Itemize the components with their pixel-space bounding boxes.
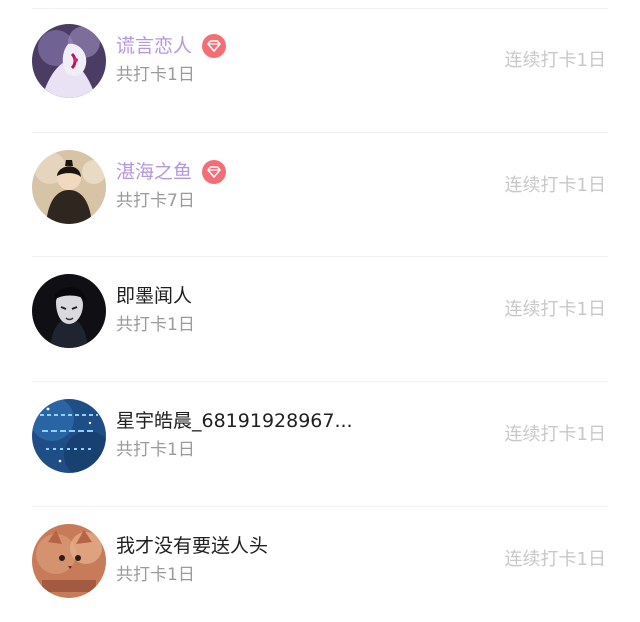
streak-checkin-days: 连续打卡1日 xyxy=(504,175,606,196)
user-name-line: 星宇皓晨_68191928967... xyxy=(116,409,353,433)
user-avatar[interactable] xyxy=(32,399,106,473)
total-checkin-days: 共打卡1日 xyxy=(116,565,195,585)
user-name[interactable]: 我才没有要送人头 xyxy=(116,534,268,558)
list-item[interactable]: 即墨闻人 共打卡1日 连续打卡1日 xyxy=(0,248,640,372)
streak-checkin-days: 连续打卡1日 xyxy=(504,299,606,320)
user-avatar[interactable] xyxy=(32,524,106,598)
total-checkin-days: 共打卡7日 xyxy=(116,191,195,211)
user-name-line: 谎言恋人 xyxy=(116,34,227,58)
vip-diamond-icon xyxy=(202,34,227,58)
ancient-costume-avatar-icon xyxy=(32,150,106,224)
anime-character-avatar-icon xyxy=(32,24,106,98)
user-name[interactable]: 即墨闻人 xyxy=(116,284,192,308)
total-checkin-days: 共打卡1日 xyxy=(116,315,195,335)
user-avatar[interactable] xyxy=(32,24,106,98)
checkin-list: 谎言恋人 共打卡1日 连续打卡1日 湛海之鱼 共打卡7日 连续打卡1日 即墨闻人… xyxy=(0,0,640,598)
user-name[interactable]: 湛海之鱼 xyxy=(116,160,192,184)
starry-text-avatar-icon xyxy=(32,399,106,473)
cat-text-avatar-icon xyxy=(32,524,106,598)
user-name-line: 湛海之鱼 xyxy=(116,160,227,184)
list-item[interactable]: 湛海之鱼 共打卡7日 连续打卡1日 xyxy=(0,124,640,248)
streak-checkin-days: 连续打卡1日 xyxy=(504,549,606,570)
user-name-line: 即墨闻人 xyxy=(116,284,192,308)
user-avatar[interactable] xyxy=(32,274,106,348)
user-name-line: 我才没有要送人头 xyxy=(116,534,268,558)
streak-checkin-days: 连续打卡1日 xyxy=(504,50,606,71)
list-item[interactable]: 谎言恋人 共打卡1日 连续打卡1日 xyxy=(0,0,640,124)
user-avatar[interactable] xyxy=(32,150,106,224)
user-name[interactable]: 谎言恋人 xyxy=(116,34,192,58)
dark-character-avatar-icon xyxy=(32,274,106,348)
vip-diamond-icon xyxy=(202,160,227,184)
list-item[interactable]: 我才没有要送人头 共打卡1日 连续打卡1日 xyxy=(0,498,640,622)
total-checkin-days: 共打卡1日 xyxy=(116,440,195,460)
streak-checkin-days: 连续打卡1日 xyxy=(504,424,606,445)
total-checkin-days: 共打卡1日 xyxy=(116,65,195,85)
list-item[interactable]: 星宇皓晨_68191928967... 共打卡1日 连续打卡1日 xyxy=(0,373,640,497)
user-name[interactable]: 星宇皓晨_68191928967... xyxy=(116,409,353,433)
